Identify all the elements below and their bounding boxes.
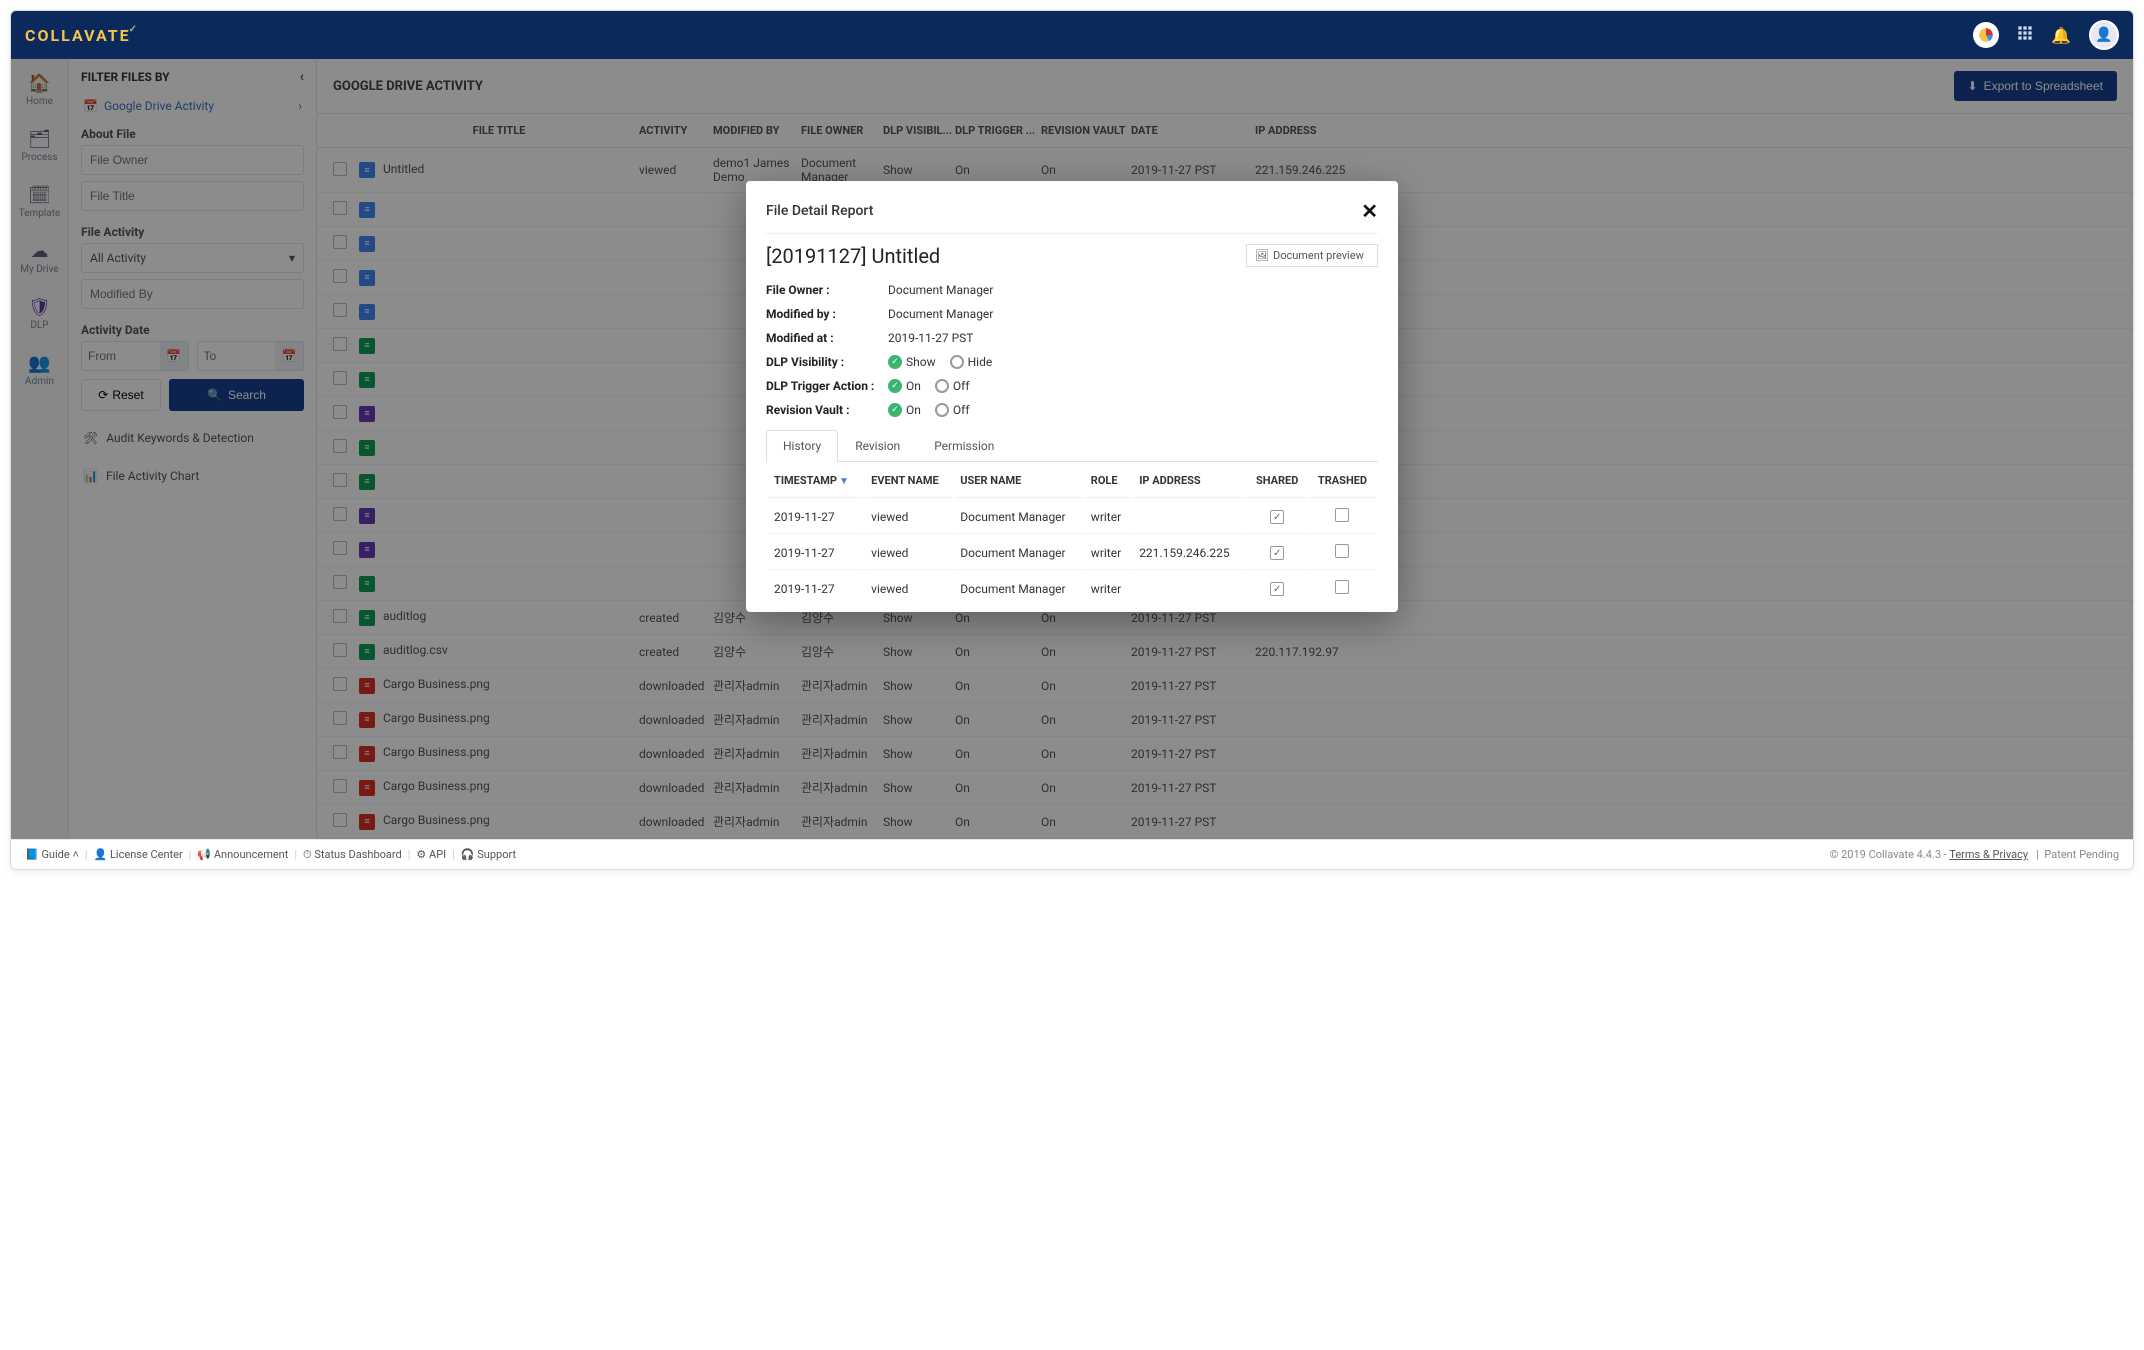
hcell-ip xyxy=(1133,572,1245,602)
hcol-trashed[interactable]: TRASHED xyxy=(1309,464,1376,498)
history-row[interactable]: 2019-11-27viewedDocument Managerwriter22… xyxy=(768,536,1376,570)
sort-desc-icon: ▼ xyxy=(839,476,849,487)
bell-icon[interactable]: 🔔 xyxy=(2051,26,2071,45)
hcell-event: viewed xyxy=(865,536,952,570)
topbar: COLLAVATE✓ 🔔 👤 xyxy=(11,11,2133,59)
modal-file-title: [20191127] Untitled xyxy=(766,244,940,268)
hcell-role: writer xyxy=(1085,536,1131,570)
footer-license[interactable]: 👤 License Center xyxy=(94,848,183,861)
footer-copyright: © 2019 Collavate 4.4.3 - Terms & Privacy… xyxy=(1830,848,2119,861)
footer: 📘 Guide ˄| 👤 License Center| 📢 Announcem… xyxy=(11,839,2133,869)
hcell-user: Document Manager xyxy=(954,500,1083,534)
hcell-role: writer xyxy=(1085,572,1131,602)
modal-tabs: History Revision Permission xyxy=(766,430,1378,462)
trigger-off-radio[interactable]: Off xyxy=(935,379,970,393)
hcell-user: Document Manager xyxy=(954,536,1083,570)
footer-api[interactable]: ⚙ API xyxy=(416,848,446,861)
hcol-timestamp[interactable]: TIMESTAMP▼ xyxy=(768,464,863,498)
file-owner-value: Document Manager xyxy=(888,283,993,297)
footer-announcement[interactable]: 📢 Announcement xyxy=(197,848,288,861)
modified-at-value: 2019-11-27 PST xyxy=(888,331,973,345)
shared-checkbox[interactable] xyxy=(1270,546,1284,560)
shared-checkbox[interactable] xyxy=(1270,582,1284,596)
trigger-on-radio[interactable]: ✓On xyxy=(888,379,921,393)
history-row[interactable]: 2019-11-27viewedDocument Managerwriter xyxy=(768,572,1376,602)
tab-permission[interactable]: Permission xyxy=(917,430,1011,461)
footer-support[interactable]: 🎧 Support xyxy=(461,848,516,861)
modal-header: File Detail Report xyxy=(766,203,873,219)
hcol-event[interactable]: EVENT NAME xyxy=(865,464,952,498)
visibility-show-radio[interactable]: ✓Show xyxy=(888,355,936,369)
tab-revision[interactable]: Revision xyxy=(838,430,917,461)
image-placeholder-icon: 🖼 xyxy=(1255,249,1269,262)
trashed-checkbox[interactable] xyxy=(1335,508,1349,522)
tab-history[interactable]: History xyxy=(766,430,838,462)
shared-checkbox[interactable] xyxy=(1270,510,1284,524)
modified-by-label: Modified by : xyxy=(766,307,888,321)
trashed-checkbox[interactable] xyxy=(1335,544,1349,558)
hcell-event: viewed xyxy=(865,572,952,602)
dlp-visibility-label: DLP Visibility : xyxy=(766,355,888,369)
dlp-trigger-label: DLP Trigger Action : xyxy=(766,379,888,393)
visibility-hide-radio[interactable]: Hide xyxy=(950,355,993,369)
close-icon[interactable]: ✕ xyxy=(1361,199,1378,223)
brand-logo[interactable]: COLLAVATE✓ xyxy=(25,26,139,45)
hcell-ts: 2019-11-27 xyxy=(768,500,863,534)
hcol-role[interactable]: ROLE xyxy=(1085,464,1131,498)
hcell-ip: 221.159.246.225 xyxy=(1133,536,1245,570)
apps-grid-icon[interactable] xyxy=(2017,25,2033,45)
modified-at-label: Modified at : xyxy=(766,331,888,345)
hcell-ts: 2019-11-27 xyxy=(768,536,863,570)
hcell-ip xyxy=(1133,500,1245,534)
file-detail-modal: File Detail Report ✕ [20191127] Untitled… xyxy=(746,181,1398,612)
app-window: COLLAVATE✓ 🔔 👤 🏠Home 🗂Process 🗓Template … xyxy=(10,10,2134,870)
revision-off-radio[interactable]: Off xyxy=(935,403,970,417)
revision-vault-label: Revision Vault : xyxy=(766,403,888,417)
footer-status[interactable]: ⏱ Status Dashboard xyxy=(303,848,402,862)
revision-on-radio[interactable]: ✓On xyxy=(888,403,921,417)
hcol-shared[interactable]: SHARED xyxy=(1247,464,1307,498)
history-table: TIMESTAMP▼ EVENT NAME USER NAME ROLE IP … xyxy=(766,462,1378,602)
trashed-checkbox[interactable] xyxy=(1335,580,1349,594)
document-preview[interactable]: 🖼Document preview xyxy=(1246,244,1378,267)
terms-link[interactable]: Terms & Privacy xyxy=(1949,848,2028,861)
file-owner-label: File Owner : xyxy=(766,283,888,297)
footer-guide[interactable]: 📘 Guide ˄ xyxy=(25,848,79,861)
history-row[interactable]: 2019-11-27viewedDocument Managerwriter xyxy=(768,500,1376,534)
hcell-event: viewed xyxy=(865,500,952,534)
pie-chart-icon[interactable] xyxy=(1973,22,1999,48)
hcell-ts: 2019-11-27 xyxy=(768,572,863,602)
user-avatar[interactable]: 👤 xyxy=(2089,20,2119,50)
hcell-user: Document Manager xyxy=(954,572,1083,602)
patent-label: Patent Pending xyxy=(2044,848,2119,861)
topbar-icons: 🔔 👤 xyxy=(1973,20,2119,50)
history-table-scroll[interactable]: TIMESTAMP▼ EVENT NAME USER NAME ROLE IP … xyxy=(766,462,1378,602)
hcol-ip[interactable]: IP ADDRESS xyxy=(1133,464,1245,498)
hcell-role: writer xyxy=(1085,500,1131,534)
hcol-user[interactable]: USER NAME xyxy=(954,464,1083,498)
modified-by-value: Document Manager xyxy=(888,307,993,321)
